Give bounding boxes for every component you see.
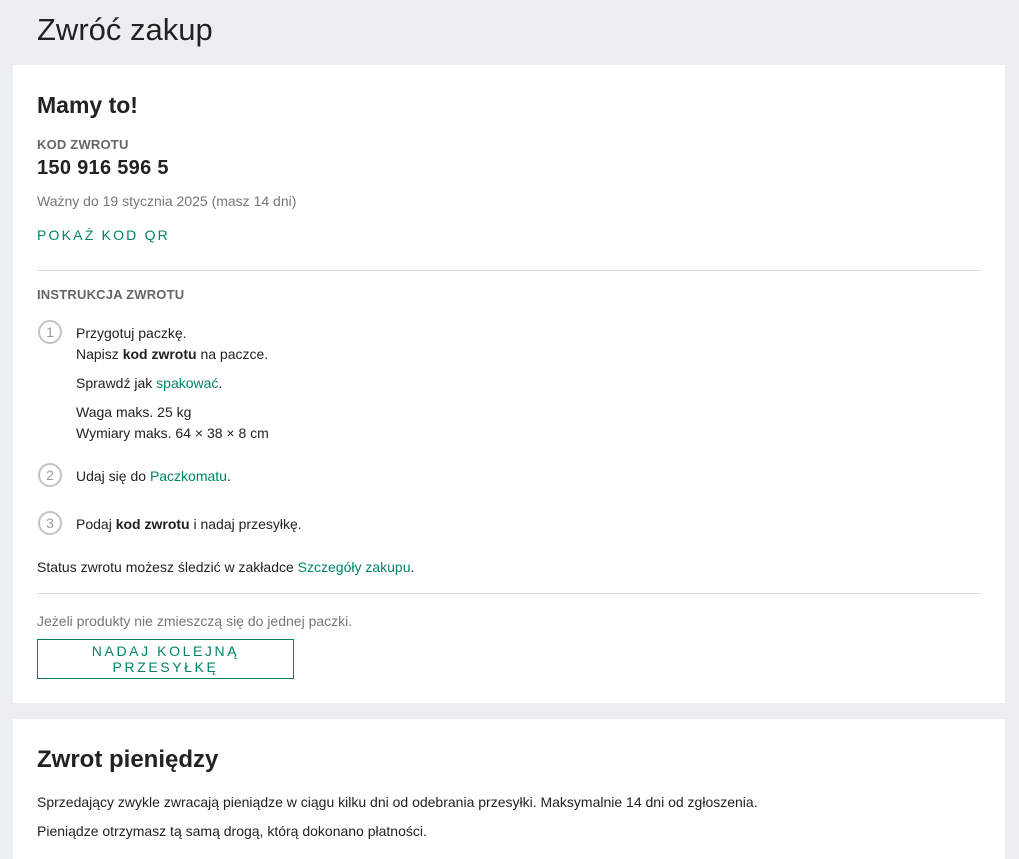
refund-card-heading: Zwrot pieniędzy [37, 746, 219, 773]
step-1-text: Przygotuj paczkę. Napisz kod zwrotu na p… [76, 323, 268, 365]
divider [37, 270, 981, 271]
step-3-suffix: i nadaj przesyłkę. [189, 516, 302, 532]
step-3-number-icon: 3 [38, 511, 62, 535]
return-code-validity: Ważny do 19 stycznia 2025 (masz 14 dni) [37, 193, 297, 209]
step-3-text: Podaj kod zwrotu i nadaj przesyłkę. [76, 514, 302, 535]
return-card-heading: Mamy to! [37, 92, 138, 118]
step-3-prefix: Podaj [76, 516, 116, 532]
step-2-prefix: Udaj się do [76, 468, 150, 484]
max-dimensions-text: Wymiary maks. 64 × 38 × 8 cm [76, 425, 269, 441]
return-code-label: KOD ZWROTU [37, 137, 129, 152]
status-suffix: . [410, 559, 415, 575]
refund-card: Zwrot pieniędzy Sprzedający zwykle zwrac… [13, 719, 1005, 859]
step-1-check-suffix: . [218, 375, 223, 391]
step-1-line2: Napisz kod zwrotu na paczce. [76, 344, 268, 365]
show-qr-code-link[interactable]: POKAŻ KOD QR [37, 227, 170, 243]
refund-timing-text: Sprzedający zwykle zwracają pieniądze w … [37, 794, 758, 810]
return-code-value: 150 916 596 5 [37, 157, 169, 179]
step-2-number-icon: 2 [38, 463, 62, 487]
step-3-bold: kod zwrotu [115, 516, 190, 532]
divider [37, 593, 981, 594]
refund-method-text: Pieniądze otrzymasz tą samą drogą, którą… [37, 823, 427, 839]
purchase-details-link[interactable]: Szczegóły zakupu [298, 559, 411, 575]
step-2-suffix: . [226, 468, 231, 484]
return-code-card: Mamy to! KOD ZWROTU 150 916 596 5 Ważny … [13, 65, 1005, 703]
return-instructions-label: INSTRUKCJA ZWROTU [37, 287, 185, 302]
send-another-shipment-button[interactable]: NADAJ KOLEJNĄ PRZESYŁKĘ [37, 639, 294, 679]
step-1-line2-prefix: Napisz [76, 346, 123, 362]
step-1-line2-bold: kod zwrotu [122, 346, 197, 362]
step-2-text: Udaj się do Paczkomatu. [76, 466, 231, 487]
step-1-check-prefix: Sprawdź jak [76, 375, 157, 391]
max-weight-text: Waga maks. 25 kg [76, 404, 192, 420]
status-prefix: Status zwrotu możesz śledzić w zakładce [37, 559, 298, 575]
step-1-limits: Waga maks. 25 kg Wymiary maks. 64 × 38 ×… [76, 402, 269, 444]
page-title: Zwróć zakup [37, 12, 213, 47]
step-1-number-icon: 1 [38, 320, 62, 344]
parcel-locker-link[interactable]: Paczkomatu [150, 468, 227, 484]
return-status-text: Status zwrotu możesz śledzić w zakładce … [37, 559, 414, 575]
step-1-line1: Przygotuj paczkę. [76, 325, 187, 341]
step-1-check-packing: Sprawdź jak spakować. [76, 373, 222, 394]
extra-package-note: Jeżeli produkty nie zmieszczą się do jed… [37, 613, 353, 629]
step-1-line2-suffix: na paczce. [196, 346, 269, 362]
packing-guide-link[interactable]: spakować [156, 375, 218, 391]
